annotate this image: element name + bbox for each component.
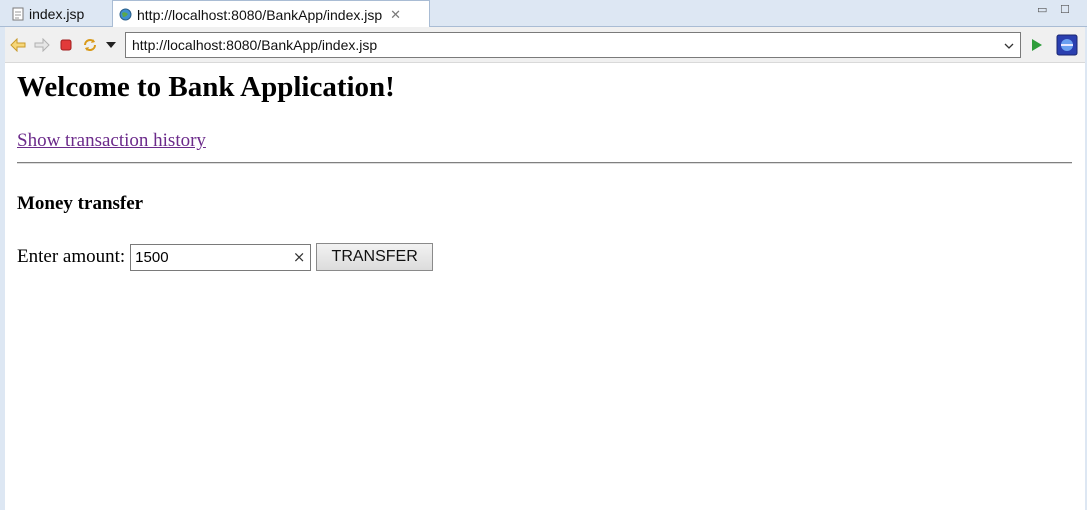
go-icon[interactable] <box>1028 36 1046 54</box>
stop-icon[interactable] <box>57 36 75 54</box>
maximize-icon[interactable]: ☐ <box>1060 3 1070 16</box>
globe-icon <box>119 8 132 21</box>
close-icon[interactable]: ✕ <box>390 7 401 23</box>
tab-index-jsp[interactable]: index.jsp <box>6 0 108 27</box>
transfer-button[interactable]: TRANSFER <box>316 243 434 271</box>
tab-browser-page[interactable]: http://localhost:8080/BankApp/index.jsp … <box>112 0 430 28</box>
tab-label: http://localhost:8080/BankApp/index.jsp <box>137 6 383 23</box>
chevron-down-icon[interactable] <box>998 39 1020 52</box>
amount-field[interactable]: × <box>130 243 312 271</box>
amount-input[interactable] <box>131 248 289 266</box>
browser-toolbar <box>5 27 1085 63</box>
refresh-icon[interactable] <box>81 36 99 54</box>
transfer-form: Enter amount: × TRANSFER <box>17 243 434 271</box>
divider <box>17 162 1072 164</box>
amount-label: Enter amount: <box>17 246 126 267</box>
editor-tab-strip: index.jsp http://localhost:8080/BankApp/… <box>0 0 1087 28</box>
browser-icon[interactable] <box>1056 34 1078 56</box>
url-bar[interactable] <box>125 32 1021 58</box>
dropdown-icon[interactable] <box>102 36 120 54</box>
clear-icon[interactable]: × <box>288 248 310 266</box>
section-title: Money transfer <box>17 193 144 214</box>
minimize-icon[interactable]: ▭ <box>1037 3 1047 16</box>
jsp-file-icon <box>12 7 24 21</box>
transaction-history-link[interactable]: Show transaction history <box>17 130 206 152</box>
forward-arrow-icon[interactable] <box>33 36 51 54</box>
tab-label: index.jsp <box>29 5 85 22</box>
page-title: Welcome to Bank Application! <box>17 71 395 103</box>
url-input[interactable] <box>132 37 998 53</box>
back-arrow-icon[interactable] <box>9 36 27 54</box>
